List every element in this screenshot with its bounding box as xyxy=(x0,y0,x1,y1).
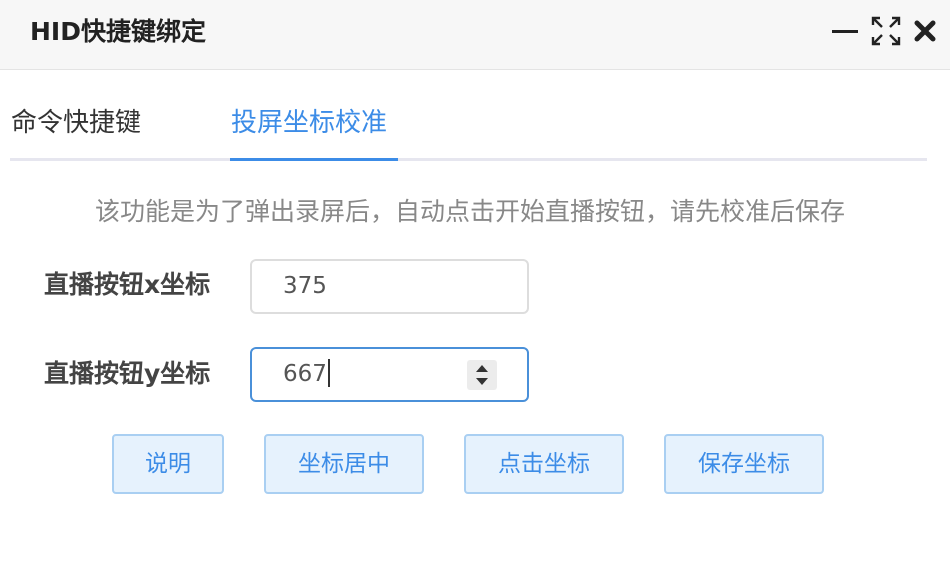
y-coordinate-input[interactable]: 667 xyxy=(250,347,529,402)
save-coordinates-button[interactable]: 保存坐标 xyxy=(664,434,824,494)
close-button[interactable] xyxy=(909,15,941,47)
click-coordinates-button[interactable]: 点击坐标 xyxy=(464,434,624,494)
close-icon xyxy=(914,20,936,42)
x-coordinate-value: 375 xyxy=(283,273,327,299)
dialog-window: HID快捷键绑定 命令快捷键 投屏坐标校准 该功能是为了弹出录屏后，自动点击开始… xyxy=(0,0,950,584)
help-button[interactable]: 说明 xyxy=(112,434,224,494)
tab-screen-calibration[interactable]: 投屏坐标校准 xyxy=(231,103,387,143)
text-caret xyxy=(327,358,330,387)
spinner-arrows-icon xyxy=(476,365,488,385)
active-tab-indicator xyxy=(230,158,398,161)
y-coordinate-label: 直播按钮y坐标 xyxy=(44,359,211,388)
tab-bar: 命令快捷键 投屏坐标校准 xyxy=(10,95,927,161)
center-coordinates-button[interactable]: 坐标居中 xyxy=(264,434,424,494)
y-coordinate-value: 667 xyxy=(283,361,327,387)
tab-command-shortcuts[interactable]: 命令快捷键 xyxy=(11,103,141,143)
minimize-icon xyxy=(832,30,858,33)
x-coordinate-label: 直播按钮x坐标 xyxy=(44,270,211,299)
window-title: HID快捷键绑定 xyxy=(30,17,206,46)
number-spinner[interactable] xyxy=(467,360,497,390)
maximize-button[interactable] xyxy=(870,15,902,47)
title-bar: HID快捷键绑定 xyxy=(0,0,950,70)
minimize-button[interactable] xyxy=(829,15,861,47)
x-coordinate-input[interactable]: 375 xyxy=(250,259,529,314)
description-text: 该功能是为了弹出录屏后，自动点击开始直播按钮，请先校准后保存 xyxy=(94,197,845,226)
maximize-icon xyxy=(871,16,901,46)
